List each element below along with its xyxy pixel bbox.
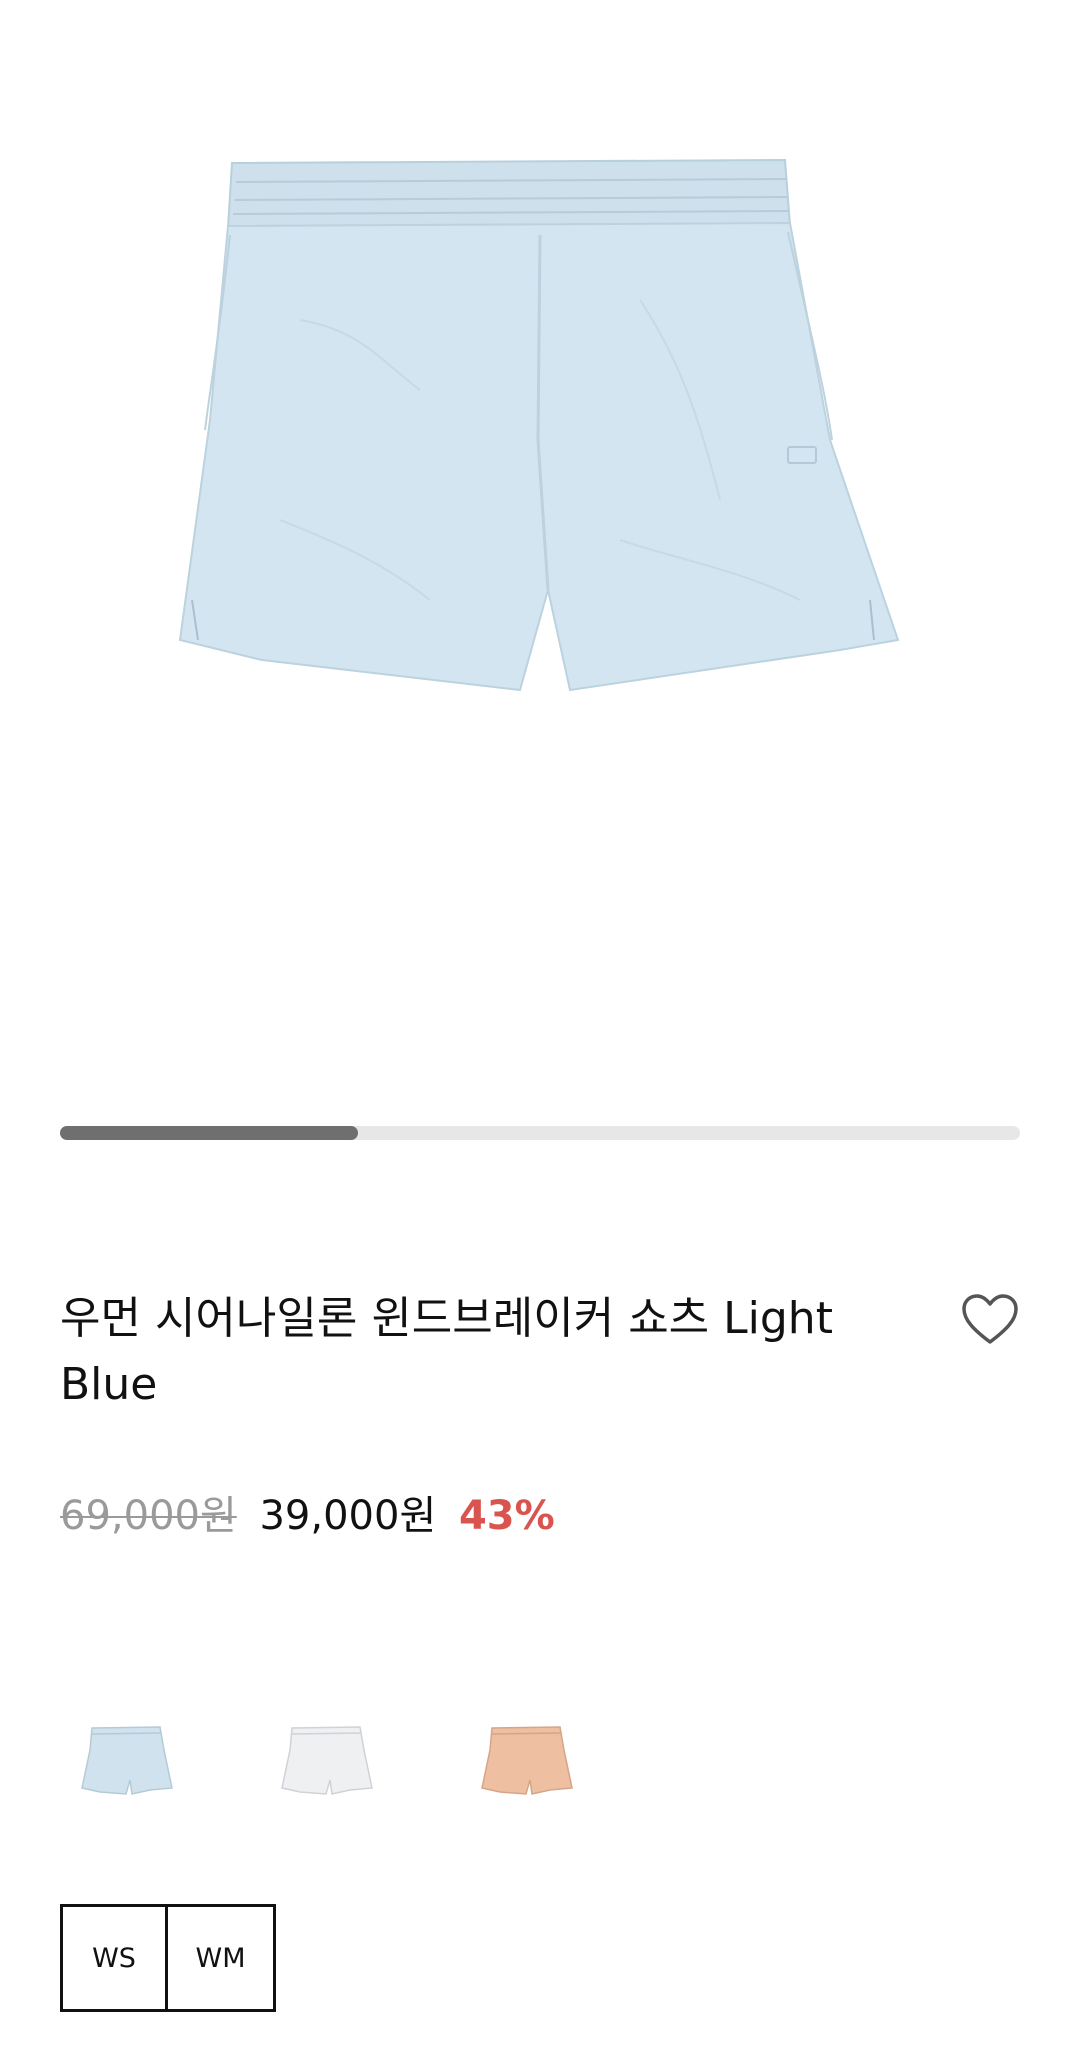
swatch-white[interactable] (260, 1700, 400, 1820)
original-price: 69,000원 (60, 1493, 237, 1539)
light-blue-shorts-image (178, 158, 900, 692)
discount-badge: 43% (458, 1493, 555, 1539)
peach-swatch-image (481, 1726, 573, 1795)
price-row: 69,000원 39,000원 43% (60, 1490, 555, 1542)
size-wm-button[interactable]: WM (168, 1904, 276, 2012)
light-blue-swatch-image (81, 1726, 173, 1795)
wishlist-button[interactable] (960, 1292, 1020, 1348)
product-title: 우먼 시어나일론 윈드브레이커 쇼츠 Light Blue (60, 1293, 833, 1410)
size-options: WS WM (60, 1904, 276, 2012)
sale-price: 39,000원 (259, 1493, 437, 1539)
white-swatch-image (281, 1726, 373, 1795)
product-image-gallery[interactable] (0, 0, 1079, 1080)
gallery-progress-fill (60, 1126, 358, 1140)
size-ws-button[interactable]: WS (60, 1904, 168, 2012)
gallery-progress-bar[interactable] (60, 1126, 1020, 1140)
heart-outline-icon (962, 1294, 1018, 1344)
swatch-light-blue[interactable] (60, 1700, 200, 1820)
color-swatches (60, 1700, 620, 1820)
swatch-peach[interactable] (460, 1700, 600, 1820)
